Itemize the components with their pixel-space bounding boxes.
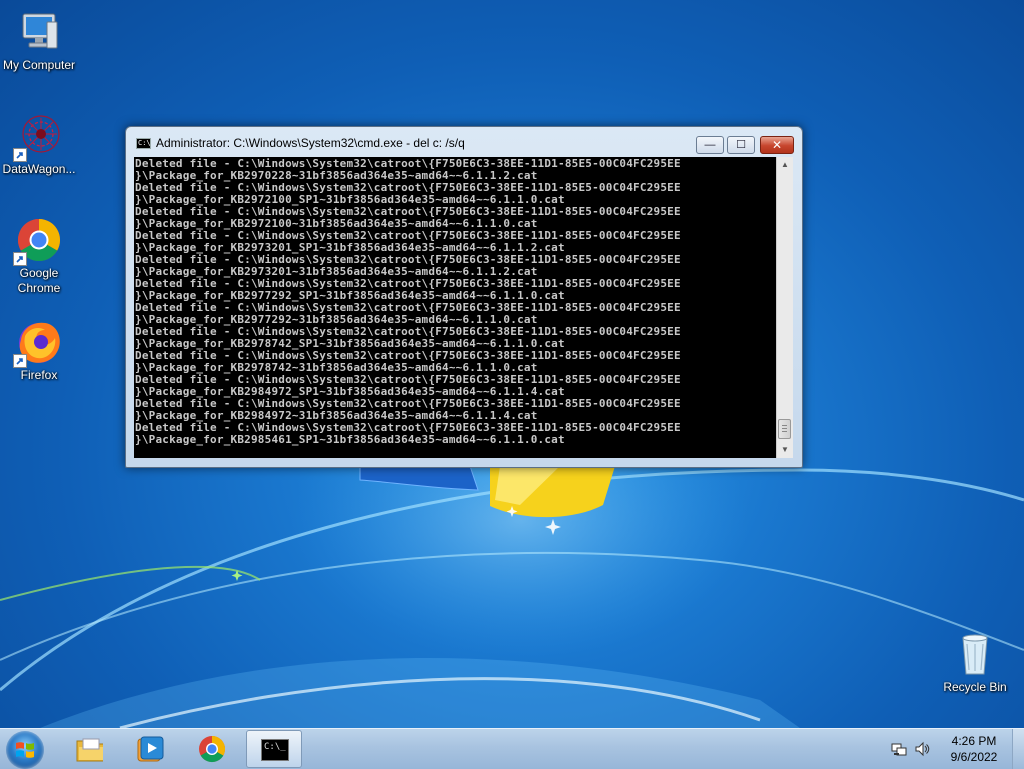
cmd-icon[interactable]: C:\ — [136, 138, 151, 149]
scrollbar-thumb[interactable] — [778, 419, 791, 439]
desktop-icon-recycle-bin[interactable]: Recycle Bin — [935, 630, 1015, 695]
title-bar[interactable]: C:\ Administrator: C:\Windows\System32\c… — [126, 127, 802, 157]
cmd-icon: C:\_ — [261, 739, 289, 761]
clock[interactable]: 4:26 PM 9/6/2022 — [934, 733, 1014, 765]
desktop-icon-firefox[interactable]: Firefox — [0, 318, 79, 383]
show-desktop-button[interactable] — [1012, 729, 1024, 769]
shortcut-arrow-icon — [13, 252, 27, 266]
maximize-button[interactable]: ☐ — [727, 136, 755, 154]
speaker-icon[interactable] — [914, 741, 930, 757]
firefox-icon — [13, 318, 63, 368]
shortcut-arrow-icon — [13, 148, 27, 162]
desktop-icon-datawagon[interactable]: DataWagon... — [0, 112, 79, 177]
desktop: My Computer DataWagon... Google Chrome F… — [0, 0, 1024, 728]
minimize-icon: — — [704, 139, 716, 151]
start-button[interactable] — [6, 731, 44, 769]
desktop-icon-label: My Computer — [2, 58, 76, 72]
window-title: Administrator: C:\Windows\System32\cmd.e… — [156, 136, 465, 150]
maximize-icon: ☐ — [736, 139, 746, 151]
scroll-down-arrow-icon[interactable]: ▼ — [777, 442, 793, 458]
taskbar-cmd[interactable]: C:\_ — [246, 730, 302, 768]
datawagon-icon — [13, 112, 63, 162]
taskbar-media-player[interactable] — [122, 730, 178, 768]
minimize-button[interactable]: — — [696, 136, 724, 154]
console-text: Deleted file - C:\Windows\System32\catro… — [135, 157, 681, 446]
taskbar-chrome[interactable] — [184, 730, 240, 768]
taskbar: C:\_ 4:26 PM 9/6/2022 — [0, 728, 1024, 769]
clock-date: 9/6/2022 — [950, 750, 998, 764]
scroll-up-arrow-icon[interactable]: ▲ — [777, 157, 793, 173]
desktop-icon-google-chrome[interactable]: Google Chrome — [0, 216, 79, 296]
desktop-icon-label: Recycle Bin — [943, 680, 1007, 694]
recycle-bin-icon — [951, 630, 999, 678]
close-icon: ✕ — [771, 138, 783, 152]
shortcut-arrow-icon — [13, 354, 27, 368]
windows-flag-icon — [16, 742, 34, 758]
clock-time: 4:26 PM — [951, 734, 997, 748]
close-button[interactable]: ✕ — [760, 136, 794, 154]
cmd-window[interactable]: C:\ Administrator: C:\Windows\System32\c… — [125, 126, 803, 468]
desktop-icon-label: Firefox — [20, 368, 58, 382]
desktop-icon-label: DataWagon... — [2, 162, 76, 176]
explorer-icon — [76, 738, 103, 762]
vertical-scrollbar[interactable]: ▲ ▼ — [776, 157, 793, 458]
computer-icon — [15, 8, 63, 56]
cmd-icon-text: C:\_ — [264, 742, 286, 752]
network-icon[interactable] — [891, 741, 907, 757]
desktop-icon-my-computer[interactable]: My Computer — [0, 8, 79, 73]
taskbar-explorer[interactable] — [61, 730, 117, 768]
desktop-icon-label: Google Chrome — [17, 266, 61, 295]
media-player-icon — [137, 736, 164, 762]
console-output[interactable]: Deleted file - C:\Windows\System32\catro… — [134, 157, 776, 458]
chrome-icon — [199, 735, 226, 763]
chrome-icon — [13, 216, 63, 266]
